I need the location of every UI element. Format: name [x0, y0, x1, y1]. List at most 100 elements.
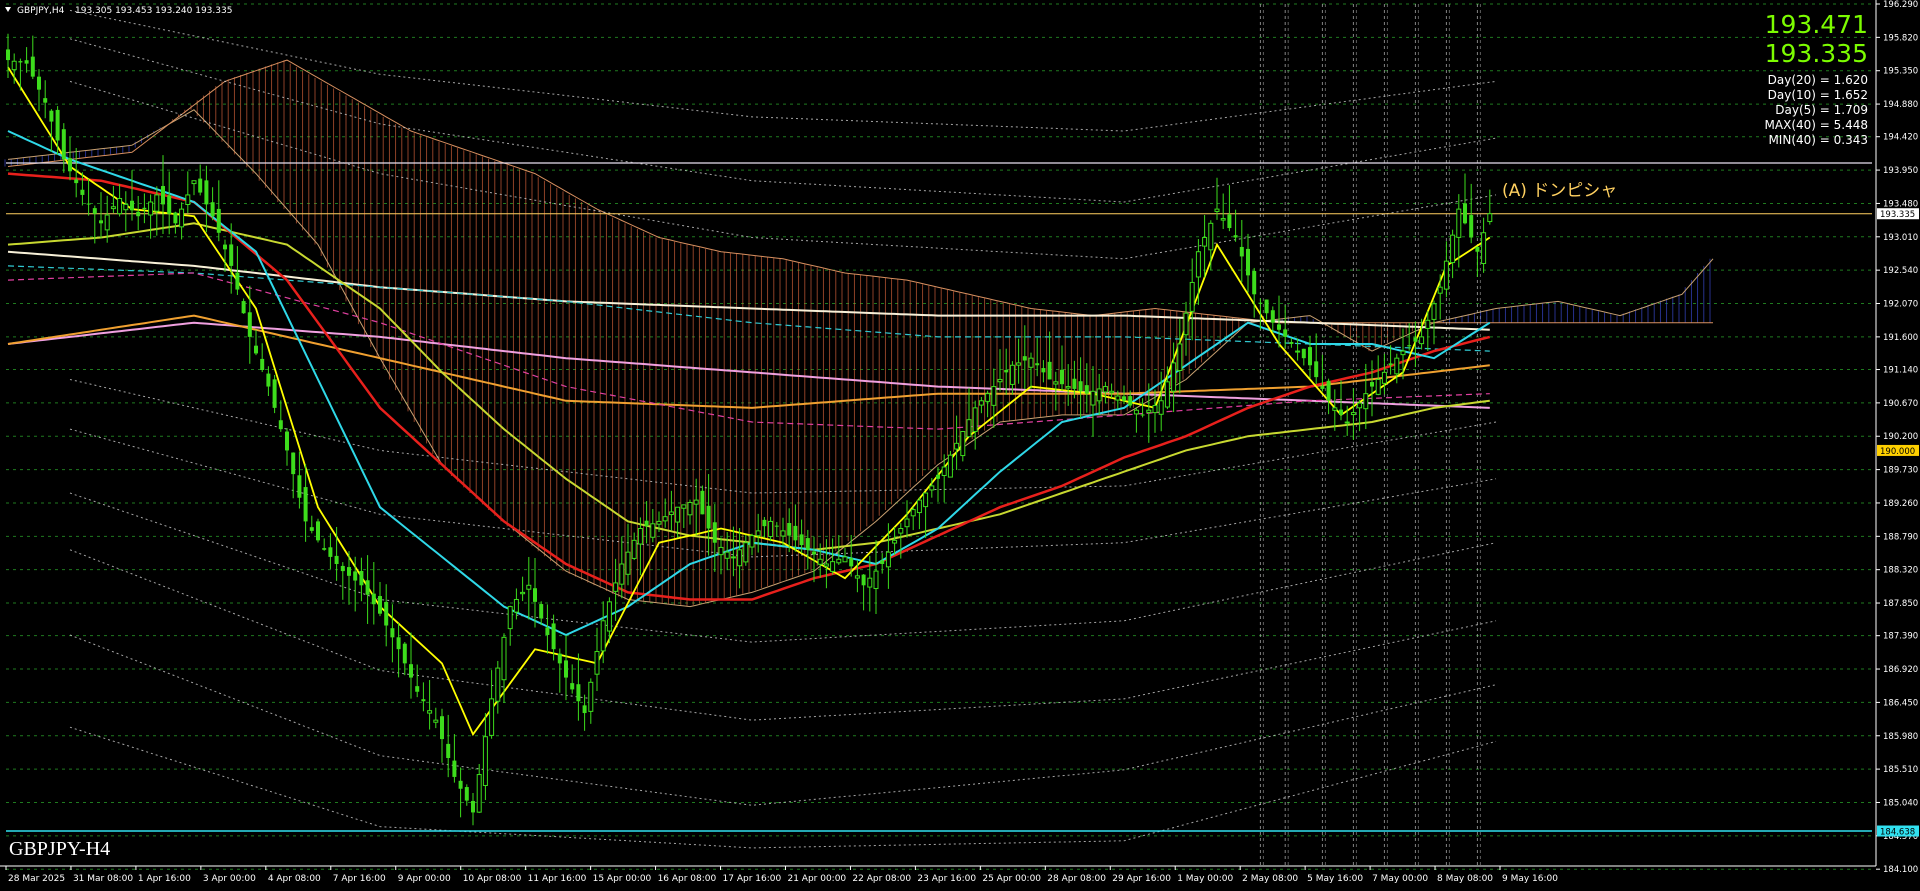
- symbol-label: GBPJPY,H4: [17, 6, 65, 16]
- candle-body-down: [161, 186, 165, 205]
- y-tick-label: 193.950: [1883, 166, 1918, 176]
- candle-body-down: [278, 420, 283, 430]
- price-chart[interactable]: 196.290 195.820 195.350 194.880 194.420 193.9…: [0, 0, 1920, 891]
- x-tick-label: 3 Apr 00:00: [203, 874, 256, 884]
- candle-body-down: [1252, 270, 1257, 295]
- x-tick-label: 31 Mar 08:00: [73, 874, 133, 884]
- y-tick-label: 188.790: [1883, 532, 1918, 542]
- candle-body-down: [762, 519, 767, 527]
- candle-body-down: [49, 110, 54, 122]
- candle-body-up: [191, 180, 197, 185]
- candle-body-up: [476, 774, 482, 813]
- candle-body-down: [328, 547, 333, 557]
- candle-body-down: [365, 580, 370, 595]
- candle-body-down: [291, 452, 296, 475]
- candle-body-down: [303, 487, 308, 522]
- candle-body-down: [545, 627, 550, 635]
- candle-body-up: [749, 535, 755, 548]
- candle-body-down: [1246, 248, 1250, 276]
- candle-body-down: [533, 588, 537, 602]
- candle-body-down: [1060, 369, 1064, 385]
- candle-body-up: [1332, 407, 1338, 411]
- price-axis: 196.290 195.820 195.350 194.880 194.420 193.9…: [1875, 0, 1920, 891]
- candle-body-up: [600, 620, 606, 652]
- candle-body-down: [1413, 337, 1418, 342]
- candle-body-up: [526, 584, 532, 590]
- candle-body-up: [730, 556, 736, 559]
- candle-body-down: [1388, 363, 1393, 366]
- candle-body-down: [86, 203, 91, 205]
- candle-body-up: [954, 442, 960, 450]
- candle-body-up: [613, 582, 619, 592]
- x-tick-label: 17 Apr 16:00: [723, 874, 782, 884]
- candle-body-up: [941, 466, 947, 477]
- candle-body-down: [285, 431, 289, 451]
- candle-body-up: [1028, 357, 1034, 368]
- candle-body-up: [1164, 381, 1170, 408]
- candle-body-down: [564, 660, 568, 678]
- x-tick-label: 7 May 00:00: [1372, 874, 1428, 884]
- x-tick-label: 4 Apr 08:00: [268, 874, 321, 884]
- candle-body-down: [1264, 299, 1269, 314]
- candle-body-up: [1158, 400, 1164, 415]
- y-tick-label: 194.880: [1883, 100, 1918, 110]
- candle-body-down: [458, 780, 463, 789]
- price-label-text: 193.335: [1880, 210, 1915, 220]
- y-tick-label: 195.820: [1883, 33, 1918, 43]
- candle-body-down: [30, 56, 35, 77]
- candle-body-down: [223, 244, 227, 250]
- candle-body-down: [74, 179, 79, 184]
- candle-body-up: [929, 485, 935, 491]
- candle-body-down: [774, 525, 779, 527]
- candle-body-up: [885, 551, 891, 568]
- candle-body-up: [985, 393, 991, 402]
- y-tick-label: 191.600: [1883, 333, 1918, 343]
- candle-body-down: [247, 312, 252, 337]
- candle-body-down: [1047, 361, 1052, 380]
- x-tick-label: 23 Apr 16:00: [917, 874, 976, 884]
- candle-body-up: [1177, 343, 1183, 371]
- candle-body-up: [1189, 281, 1195, 312]
- candle-body-up: [1053, 381, 1059, 385]
- candle-body-down: [390, 628, 395, 638]
- candle-body-up: [1115, 395, 1121, 401]
- candle-body-up: [1152, 404, 1158, 414]
- y-tick-label: 185.980: [1883, 732, 1918, 742]
- candle-body-down: [130, 200, 134, 211]
- candle-body-up: [1456, 208, 1462, 238]
- candle-body-up: [606, 601, 612, 632]
- candle-body-up: [737, 549, 743, 567]
- candle-body-up: [1450, 234, 1456, 264]
- candle-body-up: [1220, 218, 1226, 221]
- candle-body-down: [384, 601, 389, 626]
- candle-body-down: [1370, 382, 1374, 387]
- candle-body-up: [892, 539, 898, 544]
- candle-body-down: [1314, 361, 1319, 378]
- candle-body-up: [978, 400, 984, 406]
- candle-body-up: [507, 606, 513, 630]
- chart-window: 196.290 195.820 195.350 194.880 194.420 193.9…: [0, 0, 1920, 891]
- candle-body-down: [334, 555, 339, 564]
- candle-body-up: [1437, 286, 1443, 294]
- candle-body-up: [693, 499, 699, 505]
- candle-body-up: [830, 561, 836, 572]
- stat-day10: Day(10) = 1.652: [1768, 88, 1868, 102]
- candle-body-down: [700, 490, 705, 515]
- candle-body-down: [464, 787, 469, 801]
- candle-body-up: [1016, 362, 1022, 366]
- x-tick-label: 22 Apr 08:00: [852, 874, 911, 884]
- candle-body-up: [1419, 336, 1425, 345]
- candle-body-down: [793, 525, 798, 541]
- candle-body-up: [662, 516, 668, 522]
- candle-body-up: [495, 667, 501, 702]
- candle-body-up: [681, 504, 687, 509]
- y-tick-label: 190.200: [1883, 432, 1918, 442]
- candle-body-down: [1326, 380, 1331, 401]
- x-tick-label: 9 May 16:00: [1502, 874, 1558, 884]
- y-tick-label: 185.510: [1883, 765, 1918, 775]
- candle-body-down: [582, 705, 587, 714]
- candle-body-down: [316, 521, 320, 541]
- candle-body-down: [1407, 345, 1412, 347]
- candle-body-down: [812, 551, 816, 555]
- candle-body-down: [799, 534, 804, 546]
